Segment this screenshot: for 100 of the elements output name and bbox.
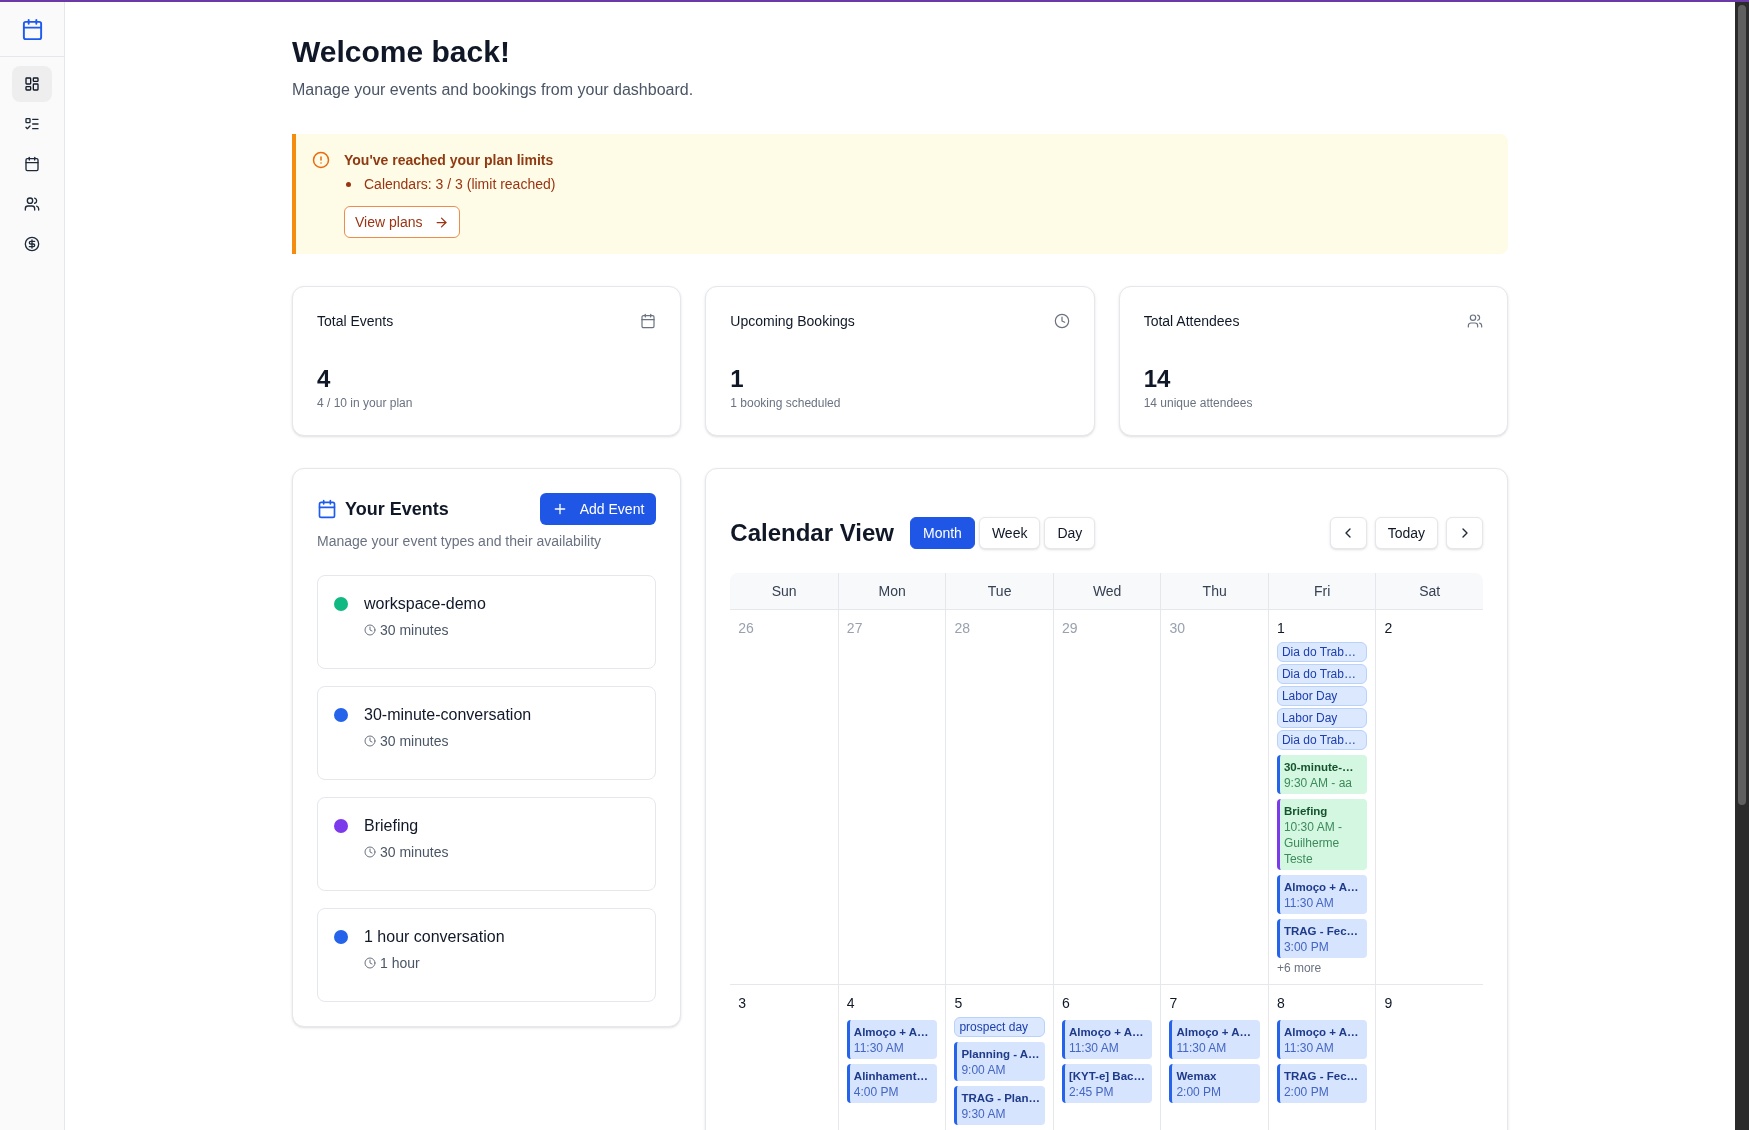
- event-time: 2:00 PM: [1176, 1083, 1223, 1100]
- event-time: 11:30 AM: [1283, 894, 1335, 911]
- event-time: 4:00 PM: [853, 1083, 900, 1100]
- dashboard-grid-icon: [24, 76, 40, 92]
- stat-value: 4: [317, 364, 332, 394]
- todo-list-icon: [24, 116, 40, 132]
- all-day-event[interactable]: Labor Day: [1276, 686, 1368, 706]
- day-number: 5: [954, 994, 964, 1013]
- calendar-icon: [24, 156, 40, 172]
- event-title: Almoço + A…: [1176, 1024, 1253, 1040]
- view-tab[interactable]: Week: [978, 517, 1041, 549]
- event-title: Planning - A…: [961, 1046, 1041, 1062]
- nav-button[interactable]: [12, 66, 52, 102]
- more-events-link[interactable]: +6 more: [1276, 960, 1368, 976]
- event-time: 10:30 AM - Guilherme Teste: [1283, 818, 1343, 867]
- weekday-header: Fri: [1267, 573, 1376, 609]
- calendar-event[interactable]: TRAG - Fec… 3:00 PM: [1276, 919, 1368, 958]
- calendar-event[interactable]: Wemax 2:00 PM: [1169, 1064, 1260, 1103]
- view-plans-button[interactable]: View plans: [344, 206, 461, 238]
- calendar-event[interactable]: Almoço + A… 11:30 AM: [1276, 1020, 1368, 1059]
- stat-title: Total Attendees: [1143, 312, 1240, 331]
- all-day-event[interactable]: Dia do Trab…: [1276, 642, 1368, 662]
- calendar-event[interactable]: Planning - A… 9:00 AM: [954, 1042, 1045, 1081]
- clock-icon: [364, 957, 376, 969]
- clock-icon: [1053, 313, 1070, 329]
- event-title: Almoço + A…: [1283, 1024, 1360, 1040]
- add-event-button[interactable]: Add Event: [539, 493, 657, 525]
- view-tab[interactable]: Month: [909, 517, 975, 549]
- event-title: Wemax: [1176, 1068, 1218, 1084]
- all-day-event[interactable]: Dia do Trab…: [1276, 730, 1368, 750]
- all-day-event[interactable]: prospect day: [954, 1017, 1045, 1037]
- arrow-right-icon: [434, 214, 450, 230]
- day-number: 27: [846, 619, 864, 638]
- stat-note: 14 unique attendees: [1143, 395, 1254, 411]
- event-time: 11:30 AM: [1176, 1039, 1228, 1056]
- people-icon: [1467, 313, 1483, 329]
- panel-subtitle: Manage your event types and their availability: [317, 532, 603, 551]
- event-time: 2:00 PM: [1283, 1083, 1330, 1100]
- calendar-event[interactable]: 30-minute-… 9:30 AM - aa: [1276, 755, 1368, 794]
- event-time: 9:30 AM - aa: [1283, 774, 1353, 791]
- day-number: 4: [846, 994, 856, 1013]
- stat-value: 14: [1143, 364, 1172, 394]
- calendar-event[interactable]: TRAG - Fec… 2:00 PM: [1276, 1064, 1368, 1103]
- scrollbar-thumb[interactable]: [1738, 5, 1746, 805]
- day-number: 8: [1276, 994, 1286, 1013]
- event-title: Almoço + A…: [1068, 1024, 1145, 1040]
- calendar-event[interactable]: Almoço + A… 11:30 AM: [846, 1020, 938, 1059]
- event-type-item[interactable]: Briefing 30 minutes: [317, 797, 657, 891]
- event-title: TRAG - Fec…: [1283, 923, 1360, 939]
- today-button[interactable]: Today: [1374, 517, 1438, 549]
- event-type-item[interactable]: workspace-demo 30 minutes: [317, 575, 657, 669]
- clock-icon: [364, 624, 376, 636]
- view-tab[interactable]: Day: [1044, 517, 1096, 549]
- weekday-header: Tue: [945, 573, 1053, 609]
- stat-title: Upcoming Bookings: [730, 312, 855, 331]
- day-number: 9: [1384, 994, 1394, 1013]
- event-type-name: 1 hour conversation: [364, 927, 505, 947]
- day-number: 6: [1061, 994, 1071, 1013]
- calendar-event[interactable]: TRAG - Plan… 9:30 AM: [954, 1086, 1045, 1125]
- event-time: 11:30 AM: [1068, 1039, 1120, 1056]
- event-type-item[interactable]: 1 hour conversation 1 hour: [317, 908, 657, 1002]
- calendar-event[interactable]: [KYT-e] Bac… 2:45 PM: [1061, 1064, 1153, 1103]
- weekday-header: Mon: [837, 573, 946, 609]
- day-number: 28: [954, 619, 971, 638]
- stat-note: 1 booking scheduled: [730, 395, 842, 411]
- alert-icon: [312, 151, 330, 169]
- event-title: TRAG - Fec…: [1283, 1068, 1360, 1084]
- event-type-name: workspace-demo: [364, 594, 486, 614]
- event-time: 11:30 AM: [853, 1039, 905, 1056]
- calendar-event[interactable]: Alinhament… 4:00 PM: [846, 1064, 938, 1103]
- weekday-header: Sat: [1375, 573, 1483, 609]
- event-type-item[interactable]: 30-minute-conversation 30 minutes: [317, 686, 657, 780]
- event-duration: 30 minutes: [380, 732, 449, 751]
- event-duration: 1 hour: [380, 954, 420, 973]
- stat-note: 4 / 10 in your plan: [317, 395, 414, 411]
- page-title: Welcome back!: [292, 34, 511, 70]
- weekday-header: Wed: [1052, 573, 1161, 609]
- calendar-icon: [640, 313, 657, 329]
- calendar-event[interactable]: Almoço + A… 11:30 AM: [1061, 1020, 1153, 1059]
- stat-value: 1: [730, 364, 745, 394]
- day-number: 1: [1276, 619, 1286, 638]
- event-time: 9:00 AM: [961, 1061, 1007, 1078]
- calendar-event[interactable]: Almoço + A… 11:30 AM: [1169, 1020, 1260, 1059]
- calendar-event[interactable]: Almoço + A… 11:30 AM: [1276, 875, 1368, 914]
- alert-item: Calendars: 3 / 3 (limit reached): [364, 175, 556, 194]
- calendar-title: Calendar View: [730, 518, 894, 548]
- event-title: [KYT-e] Bac…: [1068, 1068, 1146, 1084]
- event-title: Briefing: [1283, 803, 1329, 819]
- calendar-logo-icon[interactable]: [20, 17, 44, 41]
- clock-icon: [364, 846, 376, 858]
- event-duration: 30 minutes: [380, 621, 449, 640]
- all-day-event[interactable]: Labor Day: [1276, 708, 1368, 728]
- weekday-header: Sun: [770, 582, 798, 601]
- event-type-name: Briefing: [364, 816, 420, 836]
- event-time: 2:45 PM: [1068, 1083, 1115, 1100]
- calendar-event[interactable]: Briefing 10:30 AM - Guilherme Teste: [1276, 799, 1368, 870]
- event-time: 11:30 AM: [1283, 1039, 1335, 1056]
- event-title: Almoço + A…: [853, 1024, 930, 1040]
- all-day-event[interactable]: Dia do Trab…: [1276, 664, 1368, 684]
- event-duration: 30 minutes: [380, 843, 449, 862]
